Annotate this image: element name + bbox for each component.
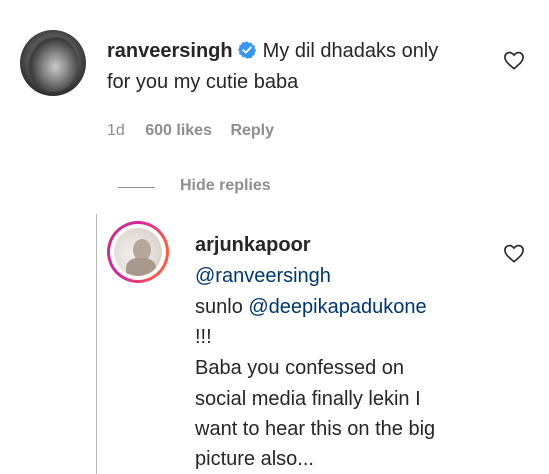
verified-badge-icon: [237, 41, 256, 59]
comment-likes[interactable]: 600 likes: [145, 122, 212, 139]
story-ring[interactable]: [107, 221, 169, 283]
heart-outline-icon[interactable]: [503, 50, 525, 70]
reply-line-7: picture also...: [195, 448, 314, 470]
comment-text-line1: My dil dhadaks only: [262, 40, 439, 62]
comment-username[interactable]: ranveersingh: [107, 40, 233, 62]
heart-outline-icon[interactable]: [503, 243, 525, 263]
hide-replies-button[interactable]: Hide replies: [180, 176, 271, 196]
reply-mention-ranveersingh[interactable]: @ranveersingh: [195, 261, 331, 291]
reply-line-6: want to hear this on the big: [195, 418, 436, 440]
reply-button[interactable]: Reply: [230, 122, 274, 139]
reply-line-2: sunlo @deepikapadukone: [195, 292, 427, 322]
reply-mention-deepikapadukone[interactable]: @deepikapadukone: [248, 296, 426, 318]
avatar-ranveersingh[interactable]: [20, 30, 86, 96]
comment-time: 1d: [107, 122, 125, 139]
reply-line-4: Baba you confessed on: [195, 357, 405, 379]
reply-username[interactable]: arjunkapoor: [195, 230, 311, 260]
comment-panel: ranveersingh My dil dhadaks only for you …: [0, 0, 549, 214]
comment-text-line2: for you my cutie baba: [107, 71, 299, 93]
avatar-arjunkapoor[interactable]: [114, 228, 162, 276]
reply-line2-prefix: sunlo: [195, 296, 249, 318]
comment-line-1: ranveersingh My dil dhadaks only: [107, 36, 438, 66]
reply-line-3: !!!: [195, 326, 212, 348]
hide-replies-divider: [118, 187, 155, 188]
comment-meta: 1d 600 likes Reply: [107, 121, 274, 141]
reply-line-5: social media finally lekin I: [195, 388, 421, 410]
